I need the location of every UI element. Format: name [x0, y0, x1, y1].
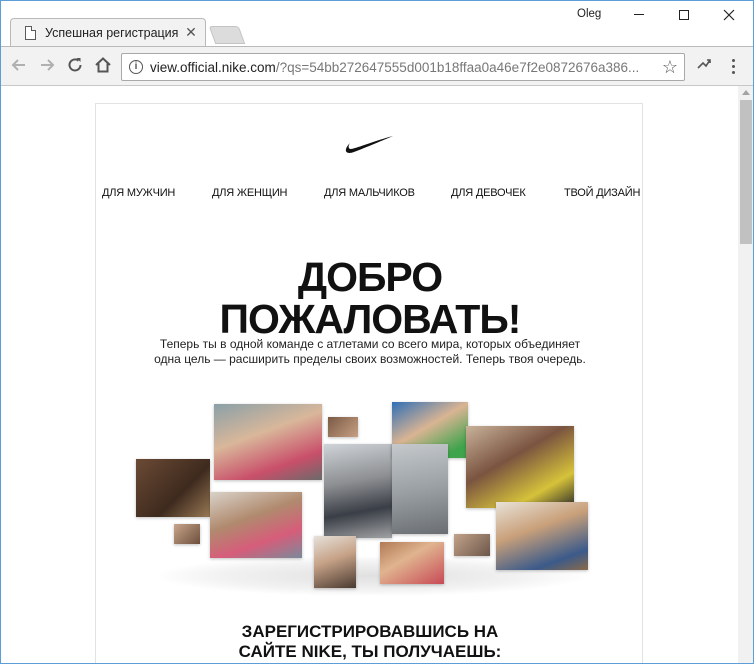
- back-button[interactable]: [8, 56, 30, 78]
- vertical-scrollbar[interactable]: [738, 86, 754, 664]
- headline-line-1: ДОБРО: [297, 254, 443, 300]
- athlete-photo-collage: [96, 376, 644, 606]
- info-icon[interactable]: i: [129, 60, 143, 74]
- url-query: /?qs=54bb272647555d001b18ffaa0a46e7f2e08…: [275, 60, 640, 75]
- extension-glyph-icon: [697, 59, 711, 69]
- welcome-subtext: Теперь ты в одной команде с атлетами со …: [136, 337, 604, 367]
- forward-button[interactable]: [36, 56, 58, 78]
- extension-icon[interactable]: [693, 56, 715, 78]
- reload-icon: [68, 58, 82, 72]
- star-icon[interactable]: ☆: [662, 57, 678, 78]
- home-icon: [95, 57, 111, 73]
- arrow-right-icon: [41, 59, 55, 71]
- athlete-photo: [314, 536, 356, 588]
- email-nav: ДЛЯ МУЖЧИН ДЛЯ ЖЕНЩИН ДЛЯ МАЛЬЧИКОВ ДЛЯ …: [96, 187, 644, 203]
- athlete-photo: [496, 502, 588, 570]
- nav-link-your-design[interactable]: ТВОЙ ДИЗАЙН: [564, 187, 640, 199]
- athlete-photo: [380, 542, 444, 584]
- close-window-button[interactable]: [706, 0, 752, 30]
- subtext-line-1: Теперь ты в одной команде с атлетами со …: [159, 337, 581, 351]
- athlete-photo: [392, 444, 448, 534]
- athlete-photo: [466, 426, 574, 508]
- arrow-left-icon: [11, 59, 25, 71]
- athlete-photo: [174, 524, 200, 544]
- document-icon: [25, 26, 36, 40]
- maximize-icon: [679, 9, 689, 20]
- email-container: ДЛЯ МУЖЧИН ДЛЯ ЖЕНЩИН ДЛЯ МАЛЬЧИКОВ ДЛЯ …: [95, 103, 643, 664]
- close-icon: [723, 9, 735, 21]
- home-button[interactable]: [92, 56, 114, 78]
- nav-link-girls[interactable]: ДЛЯ ДЕВОЧЕК: [451, 187, 526, 199]
- browser-titlebar: Успешная регистрация ✕ Oleg: [0, 0, 754, 46]
- address-bar[interactable]: i view.official.nike.com/?qs=54bb2726475…: [121, 53, 685, 81]
- close-tab-icon[interactable]: ✕: [183, 23, 199, 41]
- athlete-photo: [328, 417, 358, 437]
- welcome-headline: ДОБРО ПОЖАЛОВАТЬ!: [96, 256, 644, 340]
- scroll-up-arrow-icon[interactable]: [742, 90, 750, 95]
- page-viewport: ДЛЯ МУЖЧИН ДЛЯ ЖЕНЩИН ДЛЯ МАЛЬЧИКОВ ДЛЯ …: [0, 86, 738, 664]
- nav-link-men[interactable]: ДЛЯ МУЖЧИН: [102, 187, 175, 199]
- profile-name[interactable]: Oleg: [577, 8, 601, 20]
- browser-toolbar: i view.official.nike.com/?qs=54bb2726475…: [0, 46, 754, 86]
- athlete-photo: [454, 534, 490, 556]
- nav-link-boys[interactable]: ДЛЯ МАЛЬЧИКОВ: [324, 187, 415, 199]
- cta-line-2: САЙТЕ NIKE, ТЫ ПОЛУЧАЕШЬ:: [238, 642, 502, 661]
- kebab-menu-icon[interactable]: [722, 56, 744, 78]
- tab-title: Успешная регистрация: [45, 26, 179, 40]
- nike-swoosh-icon[interactable]: [344, 134, 394, 156]
- headline-line-2: ПОЖАЛОВАТЬ!: [219, 296, 522, 342]
- athlete-photo: [324, 444, 392, 538]
- maximize-button[interactable]: [661, 0, 707, 30]
- cta-line-1: ЗАРЕГИСТРИРОВАВШИСЬ НА: [241, 622, 499, 641]
- url-text[interactable]: view.official.nike.com/?qs=54bb272647555…: [150, 60, 650, 75]
- benefits-heading: ЗАРЕГИСТРИРОВАВШИСЬ НА САЙТЕ NIKE, ТЫ ПО…: [96, 622, 644, 662]
- reload-button[interactable]: [64, 56, 86, 78]
- nav-link-women[interactable]: ДЛЯ ЖЕНЩИН: [212, 187, 287, 199]
- browser-tab[interactable]: Успешная регистрация ✕: [10, 18, 206, 46]
- subtext-line-2: одна цель — расширить пределы своих возм…: [154, 352, 586, 366]
- athlete-photo: [136, 459, 210, 517]
- minimize-button[interactable]: [616, 0, 662, 30]
- minimize-icon: [634, 14, 644, 16]
- athlete-photo: [214, 404, 322, 480]
- url-host: view.official.nike.com: [150, 60, 276, 75]
- scroll-thumb[interactable]: [740, 100, 752, 244]
- athlete-photo: [210, 492, 302, 558]
- new-tab-button[interactable]: [208, 26, 246, 44]
